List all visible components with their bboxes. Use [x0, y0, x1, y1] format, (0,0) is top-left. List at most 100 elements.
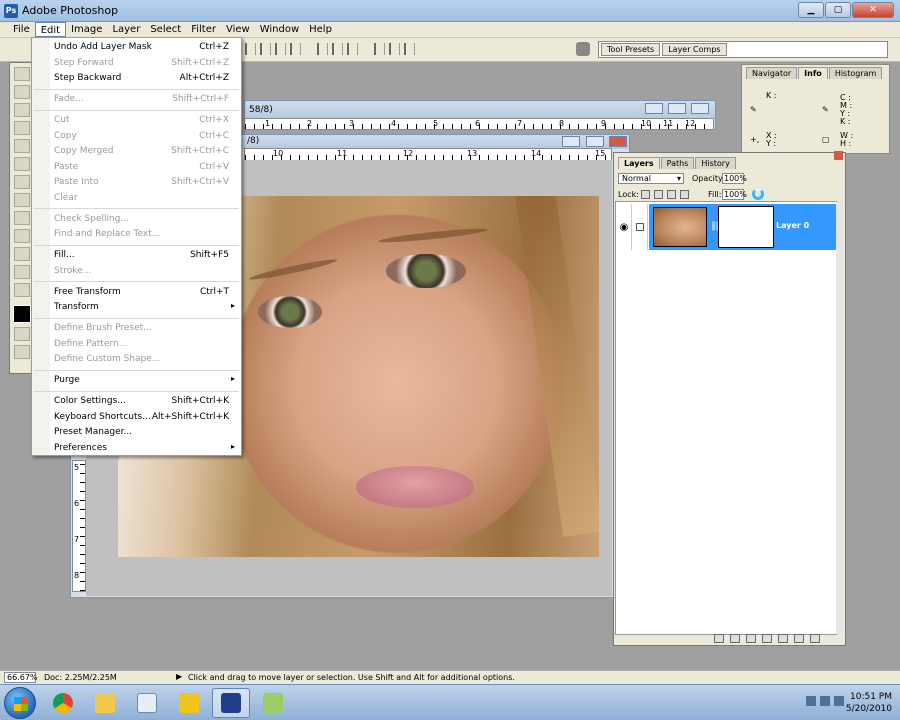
menu-select[interactable]: Select	[145, 22, 186, 37]
ruler-label: 10	[273, 149, 284, 158]
taskbar-chrome[interactable]	[44, 688, 82, 718]
doc-front-minimize-button[interactable]	[562, 136, 580, 147]
doc-back-minimize-button[interactable]	[645, 103, 664, 114]
visibility-eye-icon[interactable]: ◉	[617, 204, 632, 250]
tab-history[interactable]: History	[695, 157, 736, 169]
eraser-tool-icon[interactable]	[14, 193, 30, 207]
blend-mode-select[interactable]: Normal ▾	[618, 173, 684, 184]
menu-window[interactable]: Window	[255, 22, 304, 37]
edit-menu-item[interactable]: Preferences ▸	[32, 441, 241, 456]
move-tool-icon[interactable]	[14, 67, 30, 81]
edit-menu-item[interactable]: Step Backward Alt+Ctrl+Z	[32, 71, 241, 86]
distribute-hcenter-icon[interactable]	[389, 43, 400, 55]
palette-well-icon[interactable]	[576, 42, 590, 56]
edit-menu-item[interactable]: Transform ▸	[32, 300, 241, 315]
lasso-tool-icon[interactable]	[14, 103, 30, 117]
edit-menu-item[interactable]: Color Settings... Shift+Ctrl+K	[32, 394, 241, 409]
menu-layer[interactable]: Layer	[107, 22, 145, 37]
menu-help[interactable]: Help	[304, 22, 337, 37]
healing-tool-icon[interactable]	[14, 139, 30, 153]
network-icon[interactable]	[820, 696, 830, 706]
tab-paths[interactable]: Paths	[660, 157, 695, 169]
opacity-input[interactable]: 100%	[722, 173, 747, 184]
doc-back-close-button[interactable]	[691, 103, 709, 114]
notes-tool-icon[interactable]	[14, 265, 30, 279]
layer-mask-thumbnail[interactable]	[718, 206, 774, 248]
new-group-icon[interactable]	[778, 634, 788, 643]
tab-navigator[interactable]: Navigator	[746, 67, 798, 79]
lock-transparency-icon[interactable]	[641, 190, 650, 199]
taskbar-explorer[interactable]	[86, 688, 124, 718]
link-layers-icon[interactable]	[714, 634, 724, 643]
edit-menu-item[interactable]: Purge ▸	[32, 373, 241, 388]
doc-front-close-button[interactable]	[609, 136, 627, 147]
distribute-right-icon[interactable]	[404, 43, 415, 55]
add-mask-icon[interactable]	[746, 634, 756, 643]
path-select-tool-icon[interactable]	[14, 229, 30, 243]
clock[interactable]: 10:51 PM 5/20/2010	[846, 691, 892, 715]
hand-tool-icon[interactable]	[14, 283, 30, 297]
taskbar-app[interactable]	[170, 688, 208, 718]
tab-histogram[interactable]: Histogram	[828, 67, 883, 79]
tab-info[interactable]: Info	[798, 67, 828, 79]
minimize-button[interactable]: ▁	[798, 2, 824, 18]
tab-tool-presets[interactable]: Tool Presets	[601, 43, 661, 56]
distribute-top-icon[interactable]	[317, 43, 328, 55]
pen-tool-icon[interactable]	[14, 247, 30, 261]
menu-edit[interactable]: Edit	[34, 22, 67, 37]
layer-row[interactable]: ◉ ⛓ Layer 0	[616, 204, 836, 250]
distribute-bottom-icon[interactable]	[347, 43, 358, 55]
distribute-left-icon[interactable]	[374, 43, 385, 55]
zoom-field[interactable]: 66.67%	[4, 672, 38, 683]
tray-icon[interactable]	[806, 696, 816, 706]
taskbar-paint[interactable]	[254, 688, 292, 718]
new-layer-icon[interactable]	[794, 634, 804, 643]
crop-tool-icon[interactable]	[14, 121, 30, 135]
edit-menu-item[interactable]: Preset Manager...	[32, 425, 241, 440]
edit-menu-item[interactable]: Keyboard Shortcuts... Alt+Shift+Ctrl+K	[32, 410, 241, 425]
stamp-tool-icon[interactable]	[14, 175, 30, 189]
adjustment-layer-icon[interactable]	[762, 634, 772, 643]
fill-input[interactable]: 100%	[722, 189, 747, 200]
start-button[interactable]	[4, 687, 36, 719]
layer-style-icon[interactable]	[730, 634, 740, 643]
edit-menu-item[interactable]: Free Transform Ctrl+T	[32, 285, 241, 300]
distribute-vcenter-icon[interactable]	[332, 43, 343, 55]
align-top-icon[interactable]	[245, 43, 256, 55]
taskbar-photoshop[interactable]	[212, 688, 250, 718]
align-vcenter-icon[interactable]	[260, 43, 271, 55]
taskbar-document[interactable]	[128, 688, 166, 718]
screen-mode-icon[interactable]	[14, 345, 30, 359]
align-bottom-icon[interactable]	[275, 43, 286, 55]
close-button[interactable]: ✕	[852, 2, 894, 18]
window-title: Adobe Photoshop	[22, 4, 119, 17]
edit-menu-item[interactable]: Undo Add Layer Mask Ctrl+Z	[32, 40, 241, 55]
lock-position-icon[interactable]	[667, 190, 676, 199]
blur-tool-icon[interactable]	[14, 211, 30, 225]
foreground-color-swatch[interactable]	[13, 305, 31, 323]
brush-tool-icon[interactable]	[14, 157, 30, 171]
edit-menu-item[interactable]: Fill... Shift+F5	[32, 248, 241, 263]
menu-view[interactable]: View	[221, 22, 255, 37]
layer-link-cell[interactable]	[633, 204, 648, 250]
palette-close-button[interactable]	[834, 151, 843, 160]
status-arrow-icon[interactable]: ▶	[176, 672, 182, 681]
volume-icon[interactable]	[834, 696, 844, 706]
menu-filter[interactable]: Filter	[186, 22, 221, 37]
doc-back-maximize-button[interactable]	[668, 103, 687, 114]
layer-thumbnail[interactable]	[653, 207, 707, 247]
layers-scrollbar[interactable]	[836, 202, 844, 634]
marquee-tool-icon[interactable]	[14, 85, 30, 99]
align-left-icon[interactable]	[290, 43, 301, 55]
tab-layers[interactable]: Layers	[618, 157, 660, 169]
maximize-button[interactable]: ▢	[825, 2, 851, 18]
tab-layer-comps[interactable]: Layer Comps	[662, 43, 727, 56]
menu-item-label: Cut	[54, 115, 70, 125]
trash-icon[interactable]	[810, 634, 820, 643]
menu-image[interactable]: Image	[66, 22, 107, 37]
lock-image-icon[interactable]	[654, 190, 663, 199]
lock-all-icon[interactable]	[680, 190, 689, 199]
menu-file[interactable]: File	[8, 22, 35, 37]
quick-mask-icon[interactable]	[14, 327, 30, 341]
doc-front-maximize-button[interactable]	[585, 136, 604, 147]
